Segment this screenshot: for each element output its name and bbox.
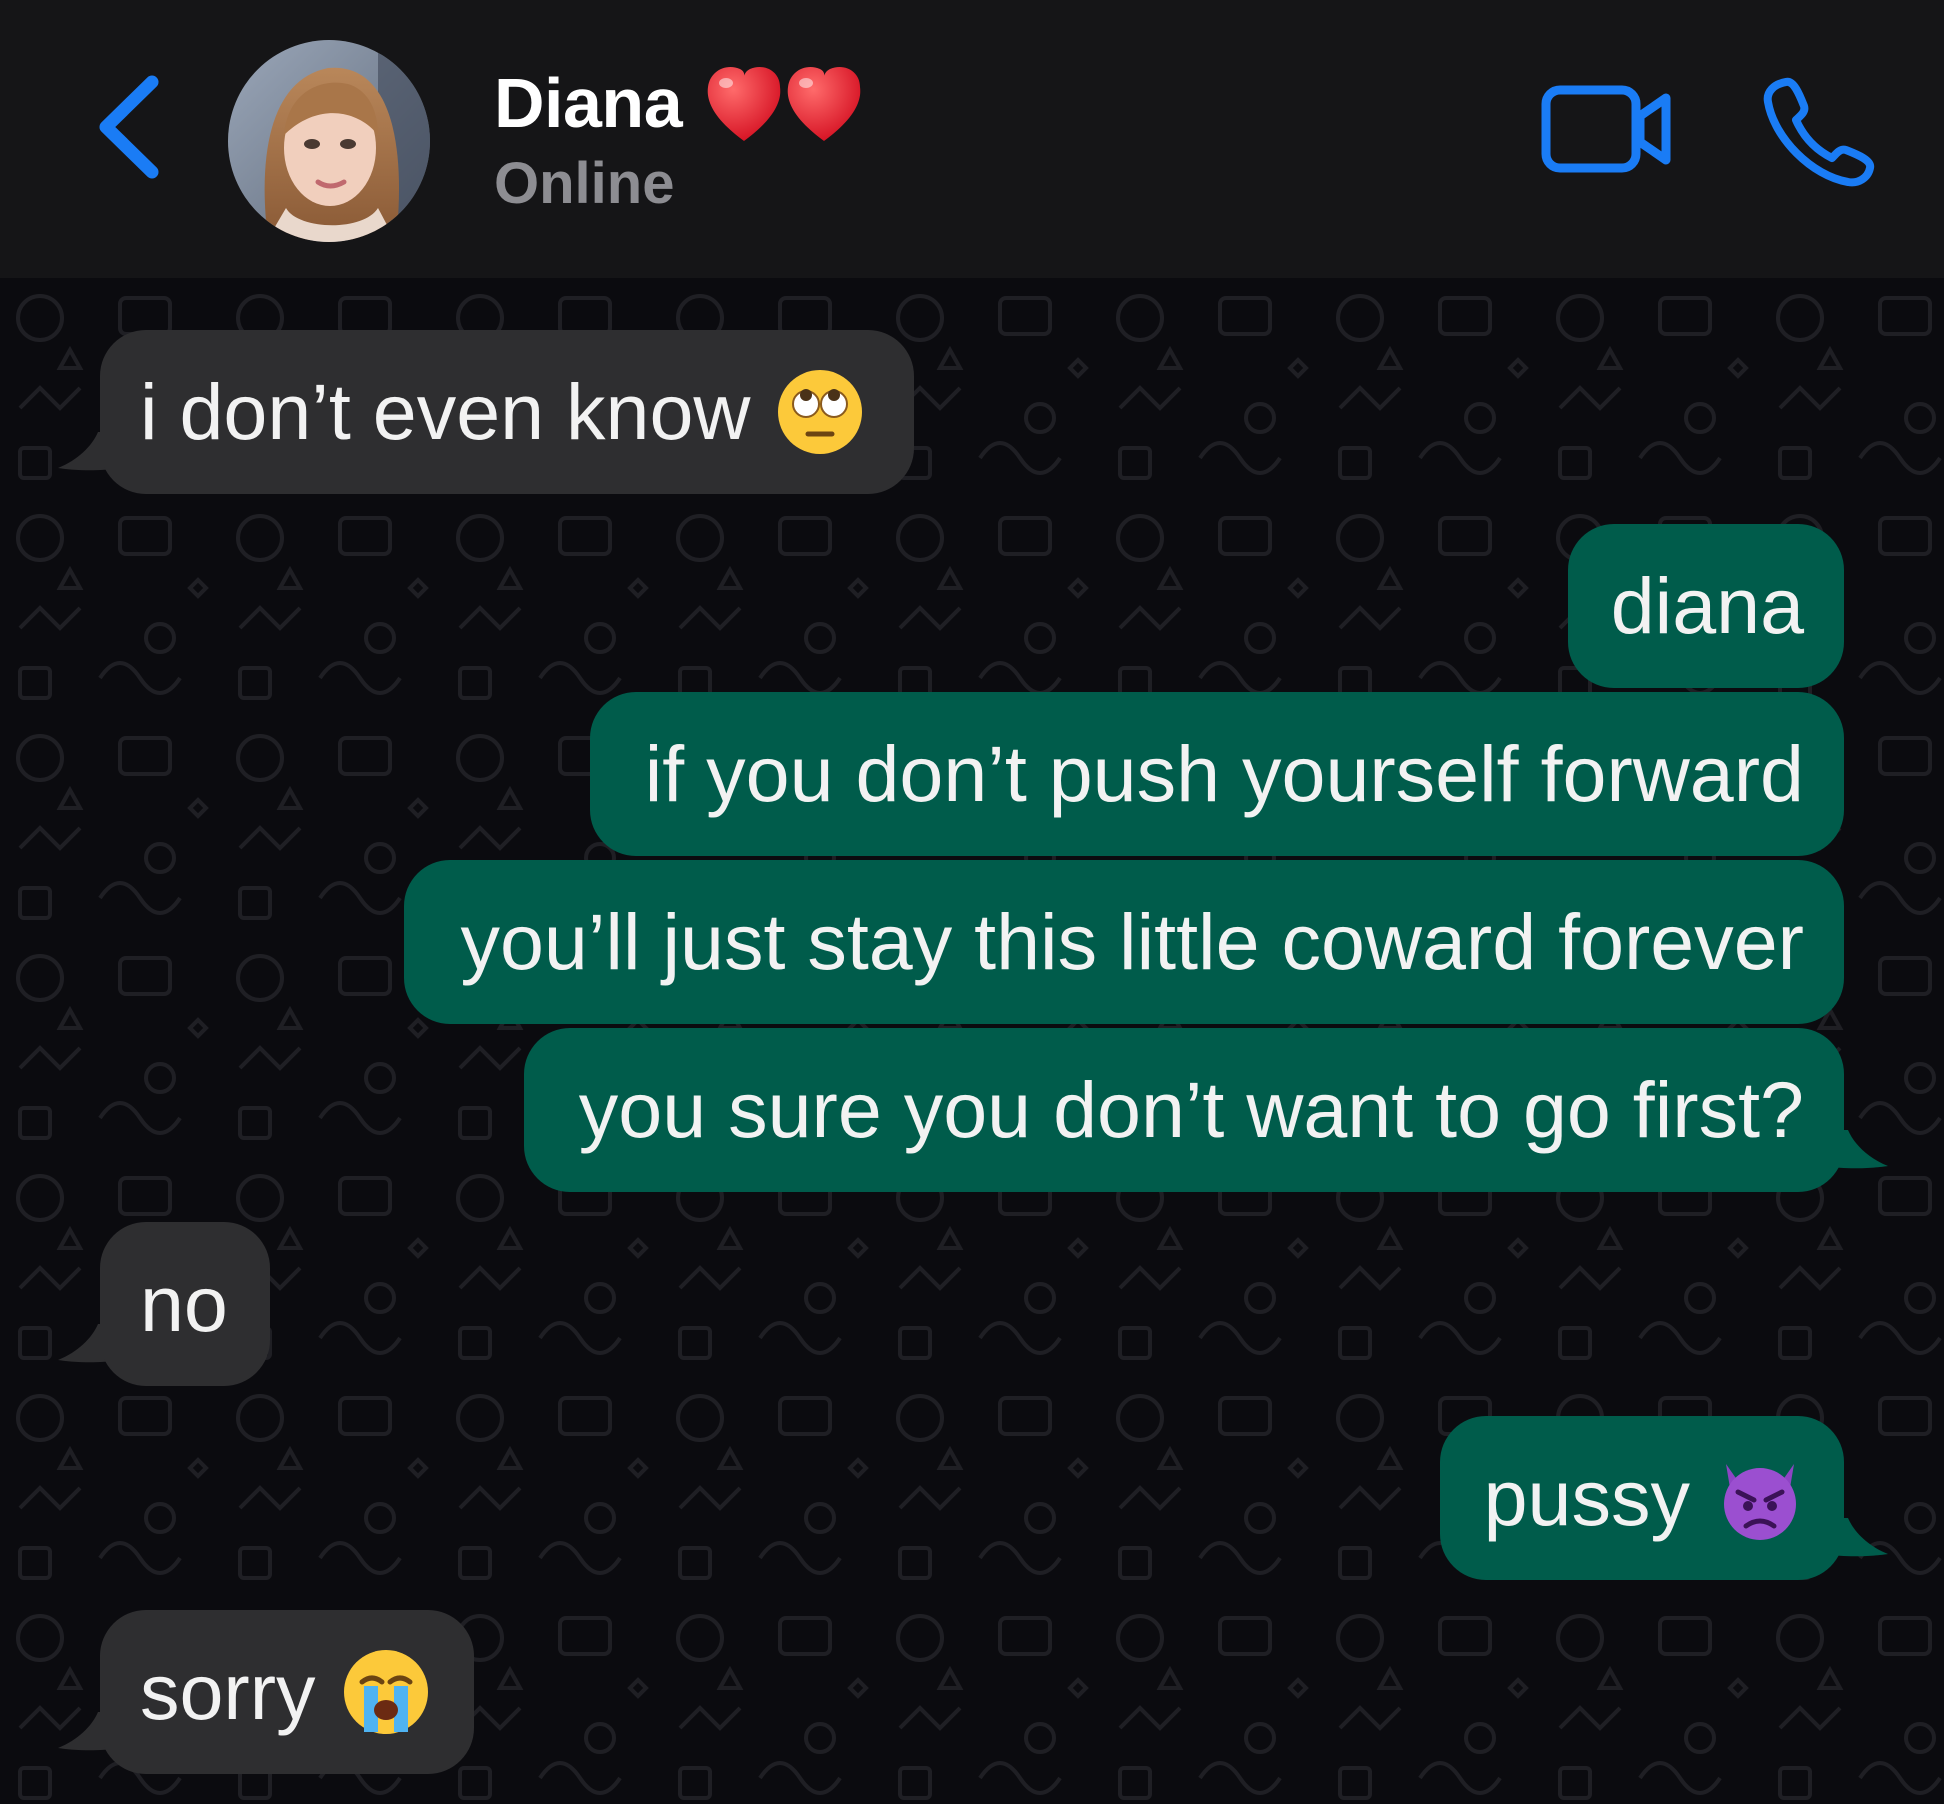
phone-icon [1763, 77, 1875, 187]
message-list[interactable]: i don’t even know diana if you don’t pus… [0, 278, 1944, 1804]
loudly-crying-face-icon [343, 1650, 428, 1734]
chevron-left-icon [99, 75, 159, 179]
message-text: sorry [140, 1647, 316, 1736]
message-text: i don’t even know [140, 367, 751, 456]
message-text: you sure you don’t want to go first? [578, 1065, 1804, 1154]
angry-devil-icon [1724, 1464, 1796, 1540]
back-button[interactable] [92, 72, 172, 182]
heart-red-icon [707, 67, 861, 141]
bubble-tail-outgoing [1826, 1130, 1888, 1169]
contact-name[interactable]: Diana [494, 58, 864, 148]
bubble-tail-outgoing [1826, 1518, 1888, 1557]
message-text: pussy [1483, 1453, 1690, 1542]
message-incoming[interactable]: sorry [100, 1610, 474, 1774]
message-outgoing[interactable]: pussy [1440, 1416, 1844, 1580]
video-call-button[interactable] [1540, 82, 1674, 178]
message-text: diana [1610, 561, 1804, 650]
message-incoming[interactable]: i don’t even know [100, 330, 914, 494]
message-outgoing[interactable]: you’ll just stay this little coward fore… [404, 860, 1844, 1024]
message-outgoing[interactable]: diana [1568, 524, 1844, 688]
contact-name-text: Diana [494, 64, 683, 142]
contact-status: Online [494, 151, 675, 216]
message-incoming[interactable]: no [100, 1222, 270, 1386]
message-text: no [140, 1259, 228, 1348]
face-with-rolling-eyes-icon [778, 370, 863, 454]
avatar[interactable] [228, 40, 430, 242]
chat-header: Diana Online [0, 0, 1944, 278]
message-outgoing[interactable]: if you don’t push yourself forward [590, 692, 1844, 856]
message-text: you’ll just stay this little coward fore… [460, 897, 1804, 986]
message-text: if you don’t push yourself forward [644, 729, 1804, 818]
avatar-image [228, 40, 430, 242]
message-outgoing[interactable]: you sure you don’t want to go first? [524, 1028, 1844, 1192]
video-camera-icon [1541, 85, 1671, 173]
voice-call-button[interactable] [1760, 74, 1876, 190]
